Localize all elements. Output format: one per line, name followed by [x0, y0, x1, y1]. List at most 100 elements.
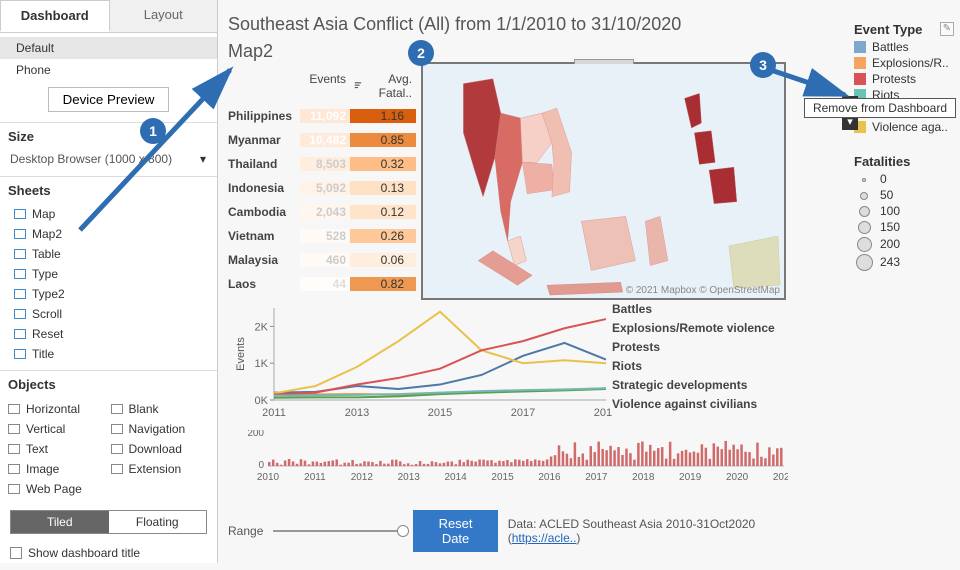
- panel-tabs: Dashboard Layout: [0, 0, 217, 33]
- th-fatalities[interactable]: Avg. Fatal..: [350, 68, 416, 104]
- table-row[interactable]: Laos440.82: [226, 272, 416, 296]
- event-legend-item[interactable]: Violence aga..: [854, 119, 954, 135]
- fat-legend-item[interactable]: 100: [854, 203, 954, 219]
- fat-legend-item[interactable]: 0: [854, 171, 954, 187]
- size-circle-icon: [857, 237, 872, 252]
- object-image[interactable]: Image: [8, 460, 107, 478]
- device-default[interactable]: Default: [0, 37, 217, 59]
- data-table: Events Avg. Fatal.. Philippines11,0921.1…: [226, 68, 416, 296]
- mini-bar-svg: 2000201020112012201320142015201620172018…: [232, 430, 788, 482]
- tiled-floating-toggle: Tiled Floating: [10, 510, 207, 534]
- floating-button[interactable]: Floating: [109, 511, 207, 533]
- table-row[interactable]: Myanmar10,4820.85: [226, 128, 416, 152]
- sheet-item-reset[interactable]: Reset: [0, 324, 217, 344]
- fat-legend-item[interactable]: 50: [854, 187, 954, 203]
- cell-fatalities: 0.12: [350, 205, 416, 219]
- sheet-item-type[interactable]: Type: [0, 264, 217, 284]
- table-row[interactable]: Indonesia5,0920.13: [226, 176, 416, 200]
- show-title-row[interactable]: Show dashboard title: [0, 542, 217, 570]
- tab-dashboard[interactable]: Dashboard: [0, 0, 110, 32]
- svg-text:2013: 2013: [345, 407, 369, 419]
- size-circle-icon: [859, 206, 870, 217]
- svg-text:Events: Events: [235, 337, 247, 371]
- objects-header: Objects: [0, 370, 217, 396]
- worksheet-icon: [14, 329, 26, 339]
- show-title-label: Show dashboard title: [28, 546, 140, 560]
- table-row[interactable]: Philippines11,0921.16: [226, 104, 416, 128]
- svg-text:2011: 2011: [304, 472, 326, 482]
- svg-text:2015: 2015: [491, 472, 514, 482]
- sort-icon: [354, 81, 362, 91]
- sheet-item-table[interactable]: Table: [0, 244, 217, 264]
- worksheet-icon: [14, 269, 26, 279]
- callout-2: 2: [408, 40, 434, 66]
- size-circle-icon: [862, 178, 866, 182]
- object-blank[interactable]: Blank: [111, 400, 210, 418]
- object-navigation[interactable]: Navigation: [111, 420, 210, 438]
- cell-country: Myanmar: [226, 133, 300, 147]
- object-web-page[interactable]: Web Page: [8, 480, 107, 498]
- cell-fatalities: 0.26: [350, 229, 416, 243]
- object-extension[interactable]: Extension: [111, 460, 210, 478]
- sheet-item-map2[interactable]: Map2: [0, 224, 217, 244]
- event-legend-item[interactable]: Explosions/R..: [854, 55, 954, 71]
- table-row[interactable]: Vietnam5280.26: [226, 224, 416, 248]
- table-row[interactable]: Malaysia4600.06: [226, 248, 416, 272]
- size-value: Desktop Browser (1000 x 800): [10, 152, 200, 166]
- range-thumb[interactable]: [397, 525, 409, 537]
- color-swatch: [854, 57, 866, 69]
- object-horizontal[interactable]: Horizontal: [8, 400, 107, 418]
- tiled-button[interactable]: Tiled: [11, 511, 109, 533]
- svg-text:0K: 0K: [255, 395, 269, 407]
- event-legend-title: Event Type: [854, 22, 954, 39]
- mini-bar-chart[interactable]: 2000201020112012201320142015201620172018…: [232, 430, 788, 482]
- fat-legend-item[interactable]: 243: [854, 253, 954, 272]
- object-text[interactable]: Text: [8, 440, 107, 458]
- map-area[interactable]: © 2021 Mapbox © OpenStreetMap: [423, 64, 784, 298]
- object-icon: [8, 404, 20, 414]
- device-preview-button[interactable]: Device Preview: [48, 87, 170, 112]
- range-label: Range: [228, 524, 263, 538]
- event-legend-item[interactable]: Protests: [854, 71, 954, 87]
- size-dropdown[interactable]: Desktop Browser (1000 x 800) ▾: [8, 150, 208, 168]
- edit-legend-icon[interactable]: ✎: [940, 22, 954, 36]
- fat-legend-item[interactable]: 150: [854, 219, 954, 235]
- device-list: Default Phone Device Preview: [0, 33, 217, 122]
- table-row[interactable]: Cambodia2,0430.12: [226, 200, 416, 224]
- sheets-header: Sheets: [0, 176, 217, 202]
- range-slider[interactable]: [273, 530, 403, 532]
- data-source-link[interactable]: https://acle..: [512, 531, 577, 545]
- svg-text:2019: 2019: [594, 407, 612, 419]
- sheet-item-scroll[interactable]: Scroll: [0, 304, 217, 324]
- callout-1: 1: [140, 118, 166, 144]
- line-chart-legend: BattlesExplosions/Remote violenceProtest…: [612, 300, 775, 414]
- callout-3: 3: [750, 52, 776, 78]
- cell-fatalities: 1.16: [350, 109, 416, 123]
- svg-text:0: 0: [258, 460, 264, 471]
- cell-country: Vietnam: [226, 229, 300, 243]
- svg-text:2014: 2014: [445, 472, 468, 482]
- object-vertical[interactable]: Vertical: [8, 420, 107, 438]
- cell-events: 11,092: [300, 109, 350, 123]
- reset-date-button[interactable]: Reset Date: [413, 510, 497, 552]
- sheet-item-map[interactable]: Map: [0, 204, 217, 224]
- svg-text:200: 200: [247, 430, 264, 439]
- size-header: Size: [0, 122, 217, 148]
- size-circle-icon: [856, 254, 873, 271]
- cell-events: 2,043: [300, 205, 350, 219]
- device-phone[interactable]: Phone: [0, 59, 217, 81]
- object-icon: [111, 464, 123, 474]
- table-row[interactable]: Thailand8,5030.32: [226, 152, 416, 176]
- cell-fatalities: 0.82: [350, 277, 416, 291]
- sheet-item-type2[interactable]: Type2: [0, 284, 217, 304]
- fat-legend-title: Fatalities: [854, 154, 954, 171]
- object-download[interactable]: Download: [111, 440, 210, 458]
- fat-legend-item[interactable]: 200: [854, 235, 954, 252]
- map-floating-panel[interactable]: © 2021 Mapbox © OpenStreetMap: [421, 62, 786, 300]
- cell-fatalities: 0.32: [350, 157, 416, 171]
- sheet-item-title[interactable]: Title: [0, 344, 217, 364]
- event-legend-item[interactable]: Battles: [854, 39, 954, 55]
- line-label: Battles: [612, 300, 775, 319]
- tab-layout[interactable]: Layout: [110, 0, 218, 32]
- th-events[interactable]: Events: [300, 68, 350, 104]
